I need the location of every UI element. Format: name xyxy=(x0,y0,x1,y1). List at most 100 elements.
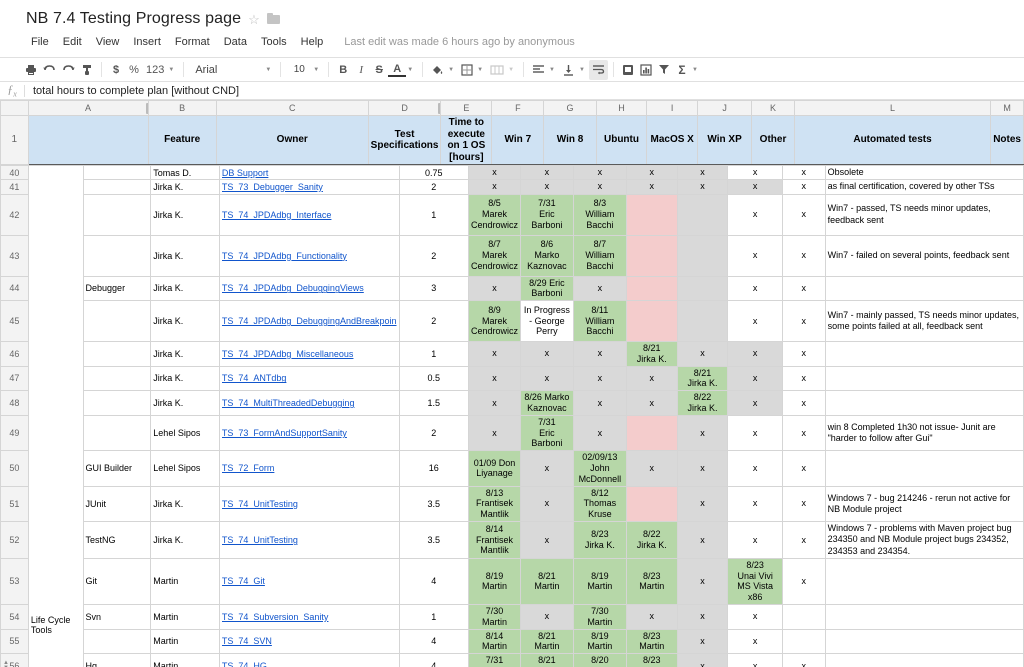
borders-chevron-down-icon[interactable]: ▼ xyxy=(476,67,487,73)
table-row[interactable]: 52 TestNG Jirka K. TS_74_UnitTesting 3.5 8/14… xyxy=(0,521,1024,559)
cell-test-specification[interactable]: TS_74_JPDAdbg_Miscellaneous xyxy=(218,341,400,367)
cell-owner[interactable]: Tomas D. xyxy=(150,164,220,181)
cell-feature[interactable] xyxy=(82,628,152,655)
table-row[interactable]: 54 Svn Martin TS_74_Subversion_Sanity 1 7/30 M… xyxy=(0,603,1024,630)
cell-time-to-execute[interactable]: 3.5 xyxy=(398,521,469,559)
cell-win7[interactable]: x xyxy=(467,179,521,195)
folder-icon[interactable] xyxy=(266,13,280,24)
cell-notes[interactable] xyxy=(824,390,1024,416)
cell-feature[interactable]: Hg xyxy=(82,653,152,667)
row-header-1[interactable]: 1 xyxy=(0,115,29,165)
horizontal-align-icon[interactable] xyxy=(529,60,548,80)
row-header-44[interactable]: 44 xyxy=(0,275,29,302)
cell-owner[interactable]: Jirka K. xyxy=(150,485,220,523)
cell-other[interactable]: x xyxy=(727,485,783,523)
cell-win7[interactable]: x xyxy=(467,275,521,302)
number-format-button[interactable]: 123 xyxy=(143,60,167,80)
test-spec-link[interactable]: TS_74_UnitTesting xyxy=(222,499,397,509)
cell-other[interactable]: x xyxy=(727,164,783,181)
cell-notes[interactable]: Win7 - passed, TS needs minor updates, f… xyxy=(824,193,1024,236)
cell-win7[interactable]: x xyxy=(467,365,521,392)
filter-icon[interactable] xyxy=(655,60,673,80)
vertical-align-icon[interactable] xyxy=(559,60,578,80)
cell-ubuntu[interactable]: x xyxy=(572,164,627,181)
cell-automated-tests[interactable]: x xyxy=(781,557,826,605)
table-row[interactable]: 40 Life Cycle Tools Tomas D. DB Support 0.75… xyxy=(0,164,1024,667)
cell-feature[interactable] xyxy=(82,390,152,416)
cell-win8[interactable]: x xyxy=(519,341,574,367)
cell-test-specification[interactable]: TS_74_HG xyxy=(218,653,400,667)
row-header-46[interactable]: 46 xyxy=(0,341,29,367)
cell-feature[interactable] xyxy=(82,365,152,392)
cell-time-to-execute[interactable]: 4 xyxy=(398,653,469,667)
cell-ubuntu[interactable]: 02/09/13 John McDonnell xyxy=(572,450,627,487)
test-spec-link[interactable]: TS_74_ANTdbg xyxy=(222,373,397,383)
cell-time-to-execute[interactable]: 16 xyxy=(398,450,469,487)
cell-owner[interactable]: Martin xyxy=(150,653,220,667)
row-header-42[interactable]: 42 xyxy=(0,193,29,236)
cell-win8[interactable]: 8/21Martin xyxy=(519,653,574,667)
cell-ubuntu[interactable]: 8/23 Jirka K. xyxy=(572,521,627,559)
bold-button[interactable]: B xyxy=(334,60,352,80)
cell-ubuntu[interactable]: x xyxy=(572,179,627,195)
cell-automated-tests[interactable]: x xyxy=(781,179,826,195)
cell-winxp[interactable]: x xyxy=(676,603,729,630)
cell-time-to-execute[interactable]: 2 xyxy=(398,179,469,195)
menu-data[interactable]: Data xyxy=(217,34,254,50)
cell-win8[interactable]: 8/21Martin xyxy=(519,628,574,655)
cell-feature[interactable]: TestNG xyxy=(82,521,152,559)
star-icon[interactable]: ☆ xyxy=(248,13,260,26)
column-header-A[interactable]: A xyxy=(27,100,149,116)
horizontal-align-chevron-down-icon[interactable]: ▼ xyxy=(548,67,559,73)
table-row[interactable]: 53 Git Martin TS_74_Git 4 8/19 Martin 8/21 Marti… xyxy=(0,557,1024,605)
table-row[interactable]: 55 Martin TS_74_SVN 4 8/14 Martin 8/21 Martin 8/… xyxy=(0,628,1024,655)
functions-chevron-down-icon[interactable]: ▼ xyxy=(691,67,702,73)
cell-automated-tests[interactable]: x xyxy=(781,300,826,343)
table-row[interactable]: 46 Jirka K. TS_74_JPDAdbg_Miscellaneous 1 x x… xyxy=(0,341,1024,367)
cell-ubuntu[interactable]: 7/30 Martin xyxy=(572,603,627,630)
cell-feature[interactable] xyxy=(82,341,152,367)
cell-notes[interactable]: Win7 - failed on several points, feedbac… xyxy=(824,234,1024,277)
test-spec-link[interactable]: TS_73_Debugger_Sanity xyxy=(222,182,397,192)
cell-notes[interactable] xyxy=(824,628,1024,655)
column-header-I[interactable]: I xyxy=(646,100,699,116)
cell-feature[interactable] xyxy=(82,414,152,452)
row-header-52[interactable]: 52 xyxy=(0,521,29,559)
cell-time-to-execute[interactable]: 2 xyxy=(398,300,469,343)
cell-win8[interactable]: x xyxy=(519,365,574,392)
cell-other[interactable]: x xyxy=(727,450,783,487)
cell-ubuntu[interactable]: 8/7 William Bacchi xyxy=(572,234,627,277)
row-header-55[interactable]: 55 xyxy=(0,628,29,655)
cell-win8[interactable]: 8/6 Marko Kaznovac xyxy=(519,234,574,277)
cell-win8[interactable]: x xyxy=(519,179,574,195)
cell-notes[interactable] xyxy=(824,365,1024,392)
cell-owner[interactable]: Jirka K. xyxy=(150,234,220,277)
cell-win8[interactable]: x xyxy=(519,603,574,630)
cell-automated-tests[interactable]: x xyxy=(781,653,826,667)
cell-win7[interactable]: x xyxy=(467,390,521,416)
cell-feature[interactable] xyxy=(82,164,152,181)
cell-other[interactable]: x xyxy=(727,341,783,367)
cell-feature[interactable]: Debugger xyxy=(82,275,152,302)
test-spec-link[interactable]: TS_74_HG xyxy=(222,661,397,667)
cell-automated-tests[interactable]: x xyxy=(781,390,826,416)
cell-other[interactable]: x xyxy=(727,193,783,236)
cell-winxp[interactable]: x xyxy=(676,341,729,367)
test-spec-link[interactable]: TS_74_JPDAdbg_DebuggingViews xyxy=(222,283,397,293)
cell-winxp[interactable]: x xyxy=(676,179,729,195)
cell-test-specification[interactable]: TS_74_SVN xyxy=(218,628,400,655)
cell-winxp[interactable]: x xyxy=(676,485,729,523)
cell-test-specification[interactable]: TS_74_JPDAdbg_Functionality xyxy=(218,234,400,277)
cell-macosx[interactable]: x xyxy=(625,164,678,181)
cell-win7[interactable]: 8/19 Martin xyxy=(467,557,521,605)
cell-win7[interactable]: 01/09 Don Liyanage xyxy=(467,450,521,487)
cell-owner[interactable]: Martin xyxy=(150,557,220,605)
column-header-L[interactable]: L xyxy=(793,100,992,116)
cell-notes[interactable]: Obsolete xyxy=(824,164,1024,181)
column-header-H[interactable]: H xyxy=(595,100,648,116)
cell-macosx[interactable]: 8/22 Jirka K. xyxy=(625,521,678,559)
cell-other[interactable]: x xyxy=(727,234,783,277)
cell-other[interactable]: 8/23 Unai Vivi MS Vista x86 xyxy=(727,557,783,605)
row-header-43[interactable]: 43 xyxy=(0,234,29,277)
row-header-56[interactable]: ▲▼56 xyxy=(0,653,29,667)
